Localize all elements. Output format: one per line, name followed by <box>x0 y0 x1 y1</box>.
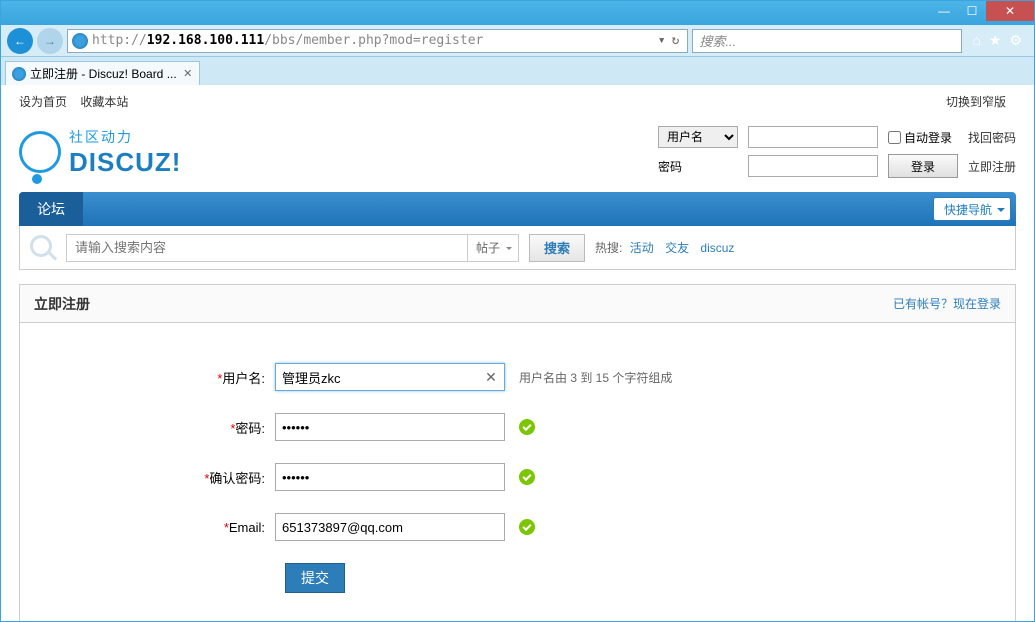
username-label: *用户名: <box>20 368 275 387</box>
password-label: 密码 <box>658 158 738 175</box>
window-titlebar: — ☐ ✕ <box>1 1 1034 25</box>
page-viewport: 设为首页 收藏本站 切换到窄版 社区动力 DISCUZ! 用户名 自动登录 找回… <box>1 85 1034 621</box>
tools-icon[interactable]: ⚙ <box>1009 32 1022 49</box>
tab-strip: 立即注册 - Discuz! Board ... ✕ <box>1 57 1034 85</box>
register-form: *用户名: ✕ 用户名由 3 到 15 个字符组成 *密码: *确认密码: <box>20 323 1015 621</box>
browser-search-box[interactable]: 搜索... <box>692 29 962 53</box>
username-hint: 用户名由 3 到 15 个字符组成 <box>519 369 672 386</box>
quick-nav-button[interactable]: 快捷导航 <box>933 197 1011 221</box>
email-input[interactable] <box>275 513 505 541</box>
narrow-view-link[interactable]: 切换到窄版 <box>946 93 1006 110</box>
home-icon[interactable]: ⌂ <box>972 32 980 49</box>
url-text: http://192.168.100.111/bbs/member.php?mo… <box>92 33 654 48</box>
check-icon <box>519 419 535 435</box>
have-account-link[interactable]: 已有帐号？现在登录 <box>893 295 1001 312</box>
find-password-link[interactable]: 找回密码 <box>968 129 1016 146</box>
ie-icon <box>72 33 88 49</box>
nav-forum[interactable]: 论坛 <box>19 192 83 226</box>
register-link[interactable]: 立即注册 <box>968 158 1016 175</box>
hot-search: 热搜: 活动 交友 discuz <box>595 239 738 256</box>
hot-link-1[interactable]: 活动 <box>630 241 654 255</box>
favicon-icon <box>12 67 26 81</box>
password2-input[interactable] <box>275 463 505 491</box>
refresh-icon[interactable]: ↻ <box>672 33 680 48</box>
login-button[interactable]: 登录 <box>888 154 958 178</box>
register-panel-head: 立即注册 已有帐号？现在登录 <box>20 285 1015 323</box>
submit-button[interactable]: 提交 <box>285 563 345 593</box>
search-button[interactable]: 搜索 <box>529 234 585 262</box>
password-input[interactable] <box>275 413 505 441</box>
check-icon <box>519 519 535 535</box>
forum-search-input[interactable] <box>67 235 467 261</box>
search-icon <box>30 235 56 261</box>
minimize-button[interactable]: — <box>930 1 958 21</box>
address-bar-row: ← → http://192.168.100.111/bbs/member.ph… <box>1 25 1034 57</box>
check-icon <box>519 469 535 485</box>
browser-search-placeholder: 搜索... <box>699 31 736 50</box>
auto-login-checkbox[interactable]: 自动登录 <box>888 129 958 146</box>
hot-link-2[interactable]: 交友 <box>665 241 689 255</box>
top-links-bar: 设为首页 收藏本站 切换到窄版 <box>1 85 1034 118</box>
hot-label: 热搜: <box>595 241 622 255</box>
browser-tab[interactable]: 立即注册 - Discuz! Board ... ✕ <box>5 61 200 85</box>
maximize-button[interactable]: ☐ <box>958 1 986 21</box>
tab-close-icon[interactable]: ✕ <box>181 66 195 80</box>
logo-cn-text: 社区动力 <box>69 127 181 147</box>
set-homepage-link[interactable]: 设为首页 <box>19 95 67 109</box>
dropdown-icon[interactable]: ▾ <box>658 33 666 48</box>
username-input[interactable] <box>275 363 505 391</box>
forum-search-bar: 帖子 搜索 热搜: 活动 交友 discuz <box>19 226 1016 270</box>
back-button[interactable]: ← <box>7 28 33 54</box>
favorites-icon[interactable]: ★ <box>989 32 1002 49</box>
close-button[interactable]: ✕ <box>986 1 1034 21</box>
clear-icon[interactable]: ✕ <box>483 369 499 385</box>
search-type-dropdown[interactable]: 帖子 <box>467 235 518 261</box>
password2-label: *确认密码: <box>20 468 275 487</box>
site-header: 社区动力 DISCUZ! 用户名 自动登录 找回密码 密码 登录 立即注册 <box>1 118 1034 192</box>
register-title: 立即注册 <box>34 294 90 314</box>
hot-link-3[interactable]: discuz <box>700 241 734 255</box>
main-nav: 论坛 快捷导航 <box>19 192 1016 226</box>
login-password-input[interactable] <box>748 155 878 177</box>
login-field-select[interactable]: 用户名 <box>658 126 738 148</box>
email-label: *Email: <box>20 520 275 535</box>
forward-button[interactable]: → <box>37 28 63 54</box>
site-logo[interactable]: 社区动力 DISCUZ! <box>19 127 181 178</box>
logo-en-text: DISCUZ! <box>69 147 181 178</box>
address-bar[interactable]: http://192.168.100.111/bbs/member.php?mo… <box>67 29 688 53</box>
login-username-input[interactable] <box>748 126 878 148</box>
register-panel: 立即注册 已有帐号？现在登录 *用户名: ✕ 用户名由 3 到 15 个字符组成… <box>19 284 1016 621</box>
quick-login-form: 用户名 自动登录 找回密码 密码 登录 立即注册 <box>658 126 1016 178</box>
bookmark-link[interactable]: 收藏本站 <box>80 95 128 109</box>
logo-bubble-icon <box>19 131 61 173</box>
password-field-label: *密码: <box>20 418 275 437</box>
tab-title: 立即注册 - Discuz! Board ... <box>30 65 177 82</box>
